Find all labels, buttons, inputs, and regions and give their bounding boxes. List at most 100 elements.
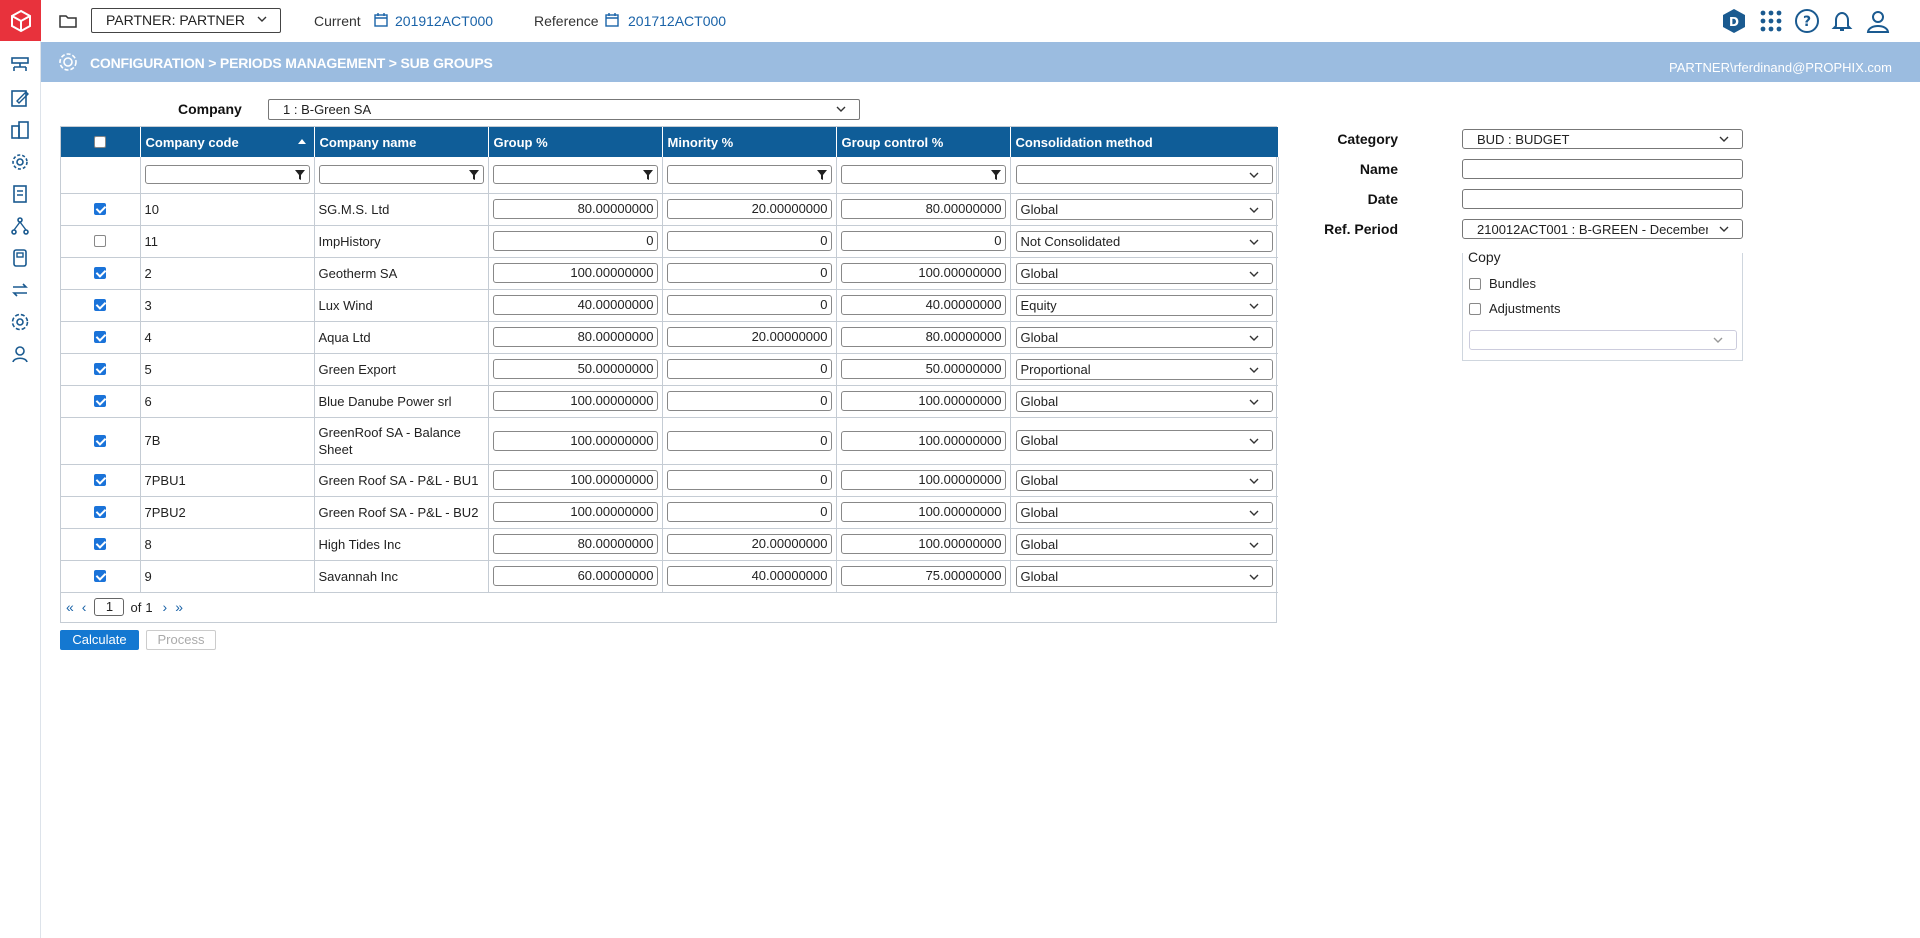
consolidation-method-filter[interactable] <box>1015 165 1273 185</box>
group-percent-input[interactable]: 80.00000000 <box>492 199 658 219</box>
row-checkbox[interactable] <box>94 538 107 550</box>
table-row[interactable]: 7PBU2 Green Roof SA - P&L - BU2 100.000000… <box>61 496 1278 529</box>
copy-source-select[interactable] <box>1469 330 1737 350</box>
row-checkbox[interactable] <box>94 570 107 582</box>
group-percent-input[interactable]: 100.00000000 <box>492 391 658 411</box>
group-percent-input[interactable]: 100.00000000 <box>492 263 658 283</box>
table-row[interactable]: 2 Geotherm SA 100.00000000 0 100.00000000 Glo… <box>61 257 1278 290</box>
group-control-percent-filter[interactable] <box>840 165 1006 185</box>
group-control-percent-input[interactable]: 100.00000000 <box>840 502 1006 522</box>
group-percent-input[interactable]: 0 <box>492 231 658 251</box>
workflow-icon[interactable] <box>9 55 31 77</box>
column-header-company-code[interactable]: Company code <box>140 127 315 157</box>
group-control-percent-input[interactable]: 75.00000000 <box>840 566 1006 586</box>
minority-percent-input[interactable]: 20.00000000 <box>666 534 832 554</box>
column-header-minority-percent[interactable]: Minority % <box>662 127 837 157</box>
row-checkbox[interactable] <box>94 331 107 343</box>
consolidation-method-select[interactable]: Global <box>1015 501 1273 523</box>
edit-form-icon[interactable] <box>9 87 31 109</box>
row-checkbox[interactable] <box>94 395 107 407</box>
table-row[interactable]: 8 High Tides Inc 80.00000000 20.00000000 100… <box>61 528 1278 561</box>
consolidation-method-select[interactable]: Global <box>1015 326 1273 348</box>
filter-icon[interactable] <box>294 169 306 181</box>
group-percent-input[interactable]: 100.00000000 <box>492 430 658 451</box>
minority-percent-input[interactable]: 0 <box>666 295 832 315</box>
filter-icon[interactable] <box>468 169 480 181</box>
group-control-percent-input[interactable]: 100.00000000 <box>840 534 1006 554</box>
buildings-icon[interactable] <box>9 119 31 141</box>
first-page-icon[interactable]: « <box>66 599 74 615</box>
partner-select[interactable]: PARTNER: PARTNER <box>91 8 281 33</box>
row-checkbox[interactable] <box>94 299 107 311</box>
column-header-consolidation-method[interactable]: Consolidation method <box>1010 127 1278 157</box>
group-control-percent-input[interactable]: 0 <box>840 231 1006 251</box>
group-percent-input[interactable]: 50.00000000 <box>492 359 658 379</box>
minority-percent-input[interactable]: 0 <box>666 359 832 379</box>
table-row[interactable]: 10 SG.M.S. Ltd 80.00000000 20.00000000 80.00… <box>61 193 1278 226</box>
table-row[interactable]: 6 Blue Danube Power srl 100.00000000 0 100.0… <box>61 385 1278 418</box>
group-percent-filter[interactable] <box>492 165 658 185</box>
row-checkbox[interactable] <box>94 267 107 279</box>
configuration-icon[interactable] <box>9 311 31 333</box>
folder-icon[interactable] <box>58 11 78 31</box>
process-button[interactable]: Process <box>146 630 216 650</box>
row-checkbox[interactable] <box>94 506 107 518</box>
group-percent-input[interactable]: 40.00000000 <box>492 295 658 315</box>
group-control-percent-input[interactable]: 100.00000000 <box>840 263 1006 283</box>
consolidation-method-select[interactable]: Global <box>1015 390 1273 412</box>
group-control-percent-input[interactable]: 40.00000000 <box>840 295 1006 315</box>
minority-percent-input[interactable]: 20.00000000 <box>666 327 832 347</box>
table-row[interactable]: 7B GreenRoof SA - Balance Sheet 100.000000… <box>61 417 1278 465</box>
minority-percent-input[interactable]: 40.00000000 <box>666 566 832 586</box>
settings-gear-icon[interactable] <box>9 151 31 173</box>
row-checkbox[interactable] <box>94 434 107 447</box>
minority-percent-input[interactable]: 0 <box>666 502 832 522</box>
minority-percent-input[interactable]: 0 <box>666 430 832 451</box>
consolidation-method-select[interactable]: Global <box>1015 565 1273 587</box>
page-number-input[interactable]: 1 <box>94 598 125 616</box>
minority-percent-input[interactable]: 0 <box>666 263 832 283</box>
group-percent-input[interactable]: 100.00000000 <box>492 502 658 522</box>
table-row[interactable]: 3 Lux Wind 40.00000000 0 40.00000000 Equity <box>61 289 1278 322</box>
filter-icon[interactable] <box>816 169 828 181</box>
group-control-percent-input[interactable]: 50.00000000 <box>840 359 1006 379</box>
group-control-percent-input[interactable]: 100.00000000 <box>840 430 1006 451</box>
adjustments-checkbox[interactable] <box>1469 303 1481 315</box>
minority-percent-input[interactable]: 0 <box>666 231 832 251</box>
consolidation-method-select[interactable]: Global <box>1015 430 1273 451</box>
consolidation-method-select[interactable]: Global <box>1015 198 1273 220</box>
consolidation-method-select[interactable]: Not Consolidated <box>1015 230 1273 252</box>
app-logo[interactable] <box>0 0 41 41</box>
column-header-company-name[interactable]: Company name <box>314 127 489 157</box>
consolidation-method-select[interactable]: Global <box>1015 262 1273 284</box>
group-percent-input[interactable]: 80.00000000 <box>492 327 658 347</box>
filter-icon[interactable] <box>642 169 654 181</box>
select-all-checkbox[interactable] <box>94 136 107 148</box>
column-header-group-percent[interactable]: Group % <box>488 127 663 157</box>
group-control-percent-input[interactable]: 100.00000000 <box>840 391 1006 411</box>
name-input[interactable] <box>1462 159 1743 179</box>
date-input[interactable] <box>1462 189 1743 209</box>
table-row[interactable]: 4 Aqua Ltd 80.00000000 20.00000000 80.000000… <box>61 321 1278 354</box>
bell-icon[interactable] <box>1828 7 1856 35</box>
admin-user-icon[interactable] <box>9 343 31 365</box>
d-badge-icon[interactable]: D <box>1720 7 1748 35</box>
row-checkbox[interactable] <box>94 203 107 215</box>
last-page-icon[interactable]: » <box>175 599 183 615</box>
consolidation-method-select[interactable]: Global <box>1015 533 1273 555</box>
reference-period-link[interactable]: 201712ACT000 <box>628 13 726 29</box>
company-select[interactable]: 1 : B-Green SA <box>268 99 860 120</box>
row-checkbox[interactable] <box>94 474 107 486</box>
book-icon[interactable] <box>9 247 31 269</box>
help-icon[interactable]: ? <box>1793 7 1821 35</box>
group-control-percent-input[interactable]: 80.00000000 <box>840 199 1006 219</box>
group-percent-input[interactable]: 60.00000000 <box>492 566 658 586</box>
apps-grid-icon[interactable] <box>1757 7 1785 35</box>
column-header-group-control-percent[interactable]: Group control % <box>836 127 1011 157</box>
previous-page-icon[interactable]: ‹ <box>82 599 87 615</box>
minority-percent-input[interactable]: 0 <box>666 470 832 490</box>
user-icon[interactable] <box>1864 7 1892 35</box>
consolidation-method-select[interactable]: Equity <box>1015 294 1273 316</box>
table-row[interactable]: 7PBU1 Green Roof SA - P&L - BU1 100.000000… <box>61 464 1278 497</box>
report-icon[interactable] <box>9 183 31 205</box>
